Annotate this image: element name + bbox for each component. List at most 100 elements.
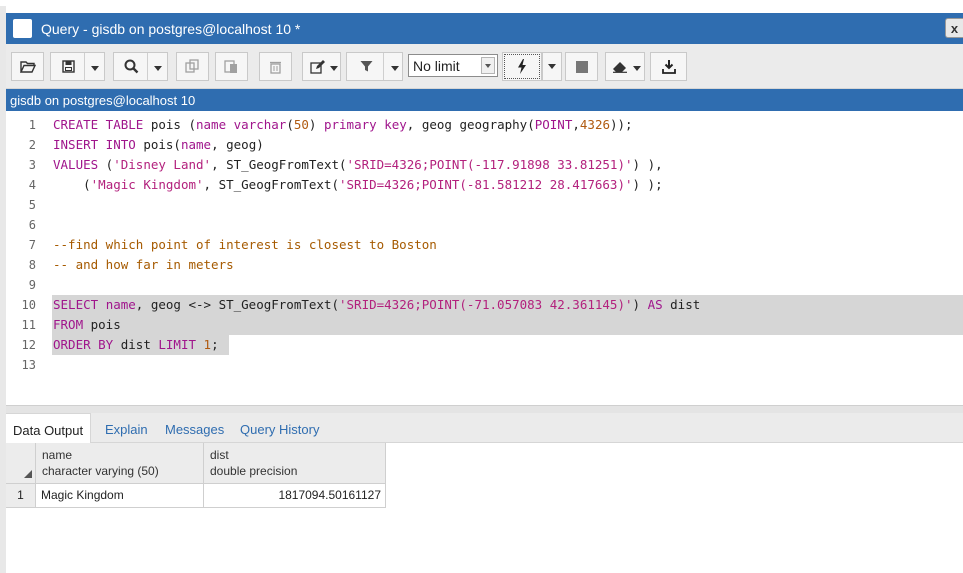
code-token: , ST_GeogFromText( [211,157,347,172]
stop-button[interactable] [565,52,598,81]
edit-icon [310,59,325,74]
code-token: , [572,117,580,132]
select-all-icon [24,470,32,478]
code-line-10: SELECT name, geog <-> ST_GeogFromText('S… [53,295,700,315]
copy-button[interactable] [176,52,209,81]
edit-button[interactable] [302,52,341,81]
code-line-11: FROM pois [53,315,121,335]
code-token: POINT [534,117,573,132]
code-token: name [180,137,212,152]
code-token: pois( [135,137,181,152]
cell-dist[interactable]: 1817094.50161127 [204,484,386,508]
close-icon: x [950,20,959,36]
line-number: 8 [28,258,36,272]
code-token: CREATE TABLE [53,117,144,132]
code-token: LIMIT [158,337,197,352]
execute-button[interactable] [502,52,542,81]
query-title: Query - gisdb on postgres@localhost 10 * [41,20,301,37]
code-token: pois [83,317,121,332]
code-token: 'SRID=4326;POINT(-71.057083 42.361145)' [339,297,633,312]
paste-button[interactable] [215,52,248,81]
open-file-button[interactable] [11,52,44,81]
line-number: 13 [21,358,36,372]
row-index[interactable]: 1 [6,484,36,508]
sql-editor[interactable]: 1 2 3 4 5 6 7 8 9 10 11 12 13 CREATE TAB… [6,111,963,405]
chevron-down-icon [91,66,99,71]
query-title-bar: Query - gisdb on postgres@localhost 10 *… [6,13,963,44]
line-number: 12 [21,338,36,352]
code-line-4: ('Magic Kingdom', ST_GeogFromText('SRID=… [53,175,663,195]
query-tab-icon [13,19,32,38]
tab-messages[interactable]: Messages [158,413,231,443]
chevron-down-icon [154,66,162,71]
code-token: , ST_GeogFromText( [203,177,339,192]
code-token: )); [610,117,633,132]
download-button[interactable] [650,52,687,81]
query-toolbar: No limit [6,44,963,89]
code-token: , geog <-> ST_GeogFromText( [135,297,339,312]
open-file-icon [19,60,36,73]
code-token: 'SRID=4326;POINT(-117.91898 33.81251)' [346,157,633,172]
code-token: pois ( [143,117,196,132]
code-token: dist [113,337,159,352]
connection-bar: gisdb on postgres@localhost 10 [6,89,963,111]
code-token: ) ), [632,157,663,172]
chevron-down-icon [548,64,556,69]
line-number: 3 [28,158,36,172]
code-token: 'Magic Kingdom' [90,177,204,192]
code-token: 4326 [579,117,610,132]
code-token: VALUES [53,157,99,172]
line-number: 4 [28,178,36,192]
filter-divider [383,53,384,80]
column-header-dist[interactable]: dist double precision [204,443,386,484]
code-token: , geog geography( [406,117,535,132]
column-header-name[interactable]: name character varying (50) [36,443,204,484]
execute-options-button[interactable] [542,52,562,81]
tab-query-history[interactable]: Query History [233,413,326,443]
grid-corner-header[interactable] [6,443,36,484]
filter-button[interactable] [346,52,403,81]
stop-icon [575,60,588,73]
row-limit-dropdown-arrow[interactable] [481,57,495,74]
cell-name[interactable]: Magic Kingdom [36,484,204,508]
code-token: ( [98,157,114,172]
code-token: -- and how far in meters [53,257,234,272]
row-limit-select[interactable]: No limit [408,54,498,77]
window-top-border [0,0,963,6]
code-token: ; [211,337,219,352]
lightning-icon [518,59,526,74]
chevron-down-icon [330,66,338,71]
code-line-2: INSERT INTO pois(name, geog) [53,135,264,155]
column-type: double precision [210,464,298,478]
chevron-down-icon [633,66,641,71]
find-button[interactable] [113,52,168,81]
filter-icon [360,61,373,72]
results-panel: Data Output Explain Messages Query Histo… [6,413,963,573]
column-type: character varying (50) [42,464,159,478]
code-token: ( [53,177,91,192]
code-token: name [196,117,227,132]
close-button[interactable]: x [945,18,963,38]
code-token: ) [308,117,324,132]
code-token: ) ); [632,177,663,192]
code-token: AS [647,297,663,312]
code-token: 1 [203,337,212,352]
code-token: dist [662,297,701,312]
line-number: 9 [28,278,36,292]
selection-highlight [52,315,963,335]
line-number: 11 [21,318,36,332]
chevron-down-icon [391,66,399,71]
line-number: 7 [28,238,36,252]
delete-button[interactable] [259,52,292,81]
panel-splitter[interactable] [6,405,963,413]
code-token: primary key [323,117,407,132]
clear-button[interactable] [605,52,645,81]
connection-label: gisdb on postgres@localhost 10 [10,92,196,108]
tab-explain[interactable]: Explain [98,413,155,443]
save-button[interactable] [50,52,105,81]
code-token: --find which point of interest is closes… [53,237,437,252]
column-name: dist [210,448,229,462]
tab-data-output[interactable]: Data Output [6,413,92,443]
